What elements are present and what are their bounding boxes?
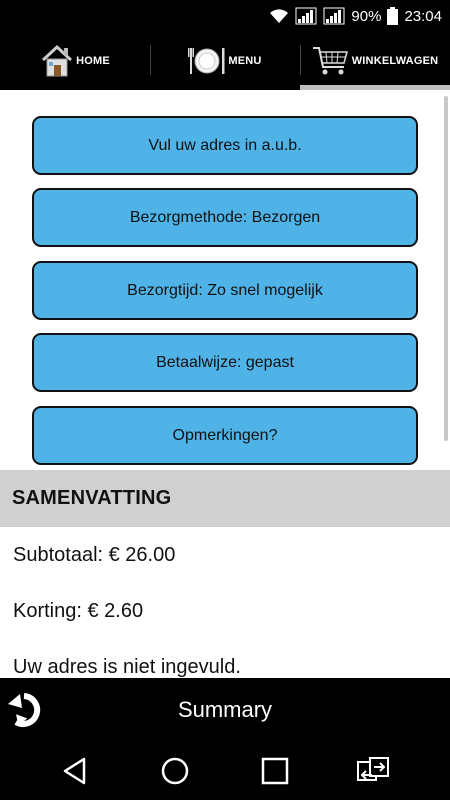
remarks-button-label: Opmerkingen? [172, 426, 278, 444]
signal-icon [295, 7, 317, 25]
address-button[interactable]: Vul uw adres in a.u.b. [32, 116, 418, 175]
remarks-button[interactable]: Opmerkingen? [32, 406, 418, 465]
tab-winkelwagen[interactable]: WINKELWAGEN [300, 32, 450, 90]
subtotal-text: Subtotaal: € 26.00 [13, 544, 176, 566]
plate-cutlery-icon [188, 44, 226, 78]
delivery-time-button-label: Bezorgtijd: Zo snel mogelijk [127, 281, 323, 299]
recents-square-icon[interactable] [258, 754, 292, 788]
system-nav-bar [0, 742, 450, 800]
delivery-method-button-label: Bezorgmethode: Bezorgen [129, 208, 321, 226]
scrollbar[interactable] [444, 96, 448, 441]
summary-header: SAMENVATTING [0, 470, 450, 527]
discount-text: Korting: € 2.60 [13, 600, 144, 622]
delivery-time-button[interactable]: Bezorgtijd: Zo snel mogelijk [32, 261, 418, 320]
switch-apps-icon[interactable] [356, 754, 390, 788]
payment-method-button-label: Betaalwijze: gepast [156, 353, 294, 371]
checkout-content[interactable]: Vul uw adres in a.u.b. Bezorgmethode: Be… [0, 90, 450, 678]
house-icon [40, 44, 74, 78]
bottom-app-bar: Summary [0, 678, 450, 742]
status-bar: 90% 23:04 [0, 0, 450, 32]
shopping-cart-icon [312, 44, 350, 78]
tab-home-label: HOME [76, 55, 110, 67]
back-arrow-icon[interactable] [6, 692, 44, 730]
address-button-label: Vul uw adres in a.u.b. [148, 136, 302, 154]
battery-icon [387, 7, 399, 25]
tab-home[interactable]: HOME [0, 32, 150, 90]
tab-menu-label: MENU [228, 55, 262, 67]
clock: 23:04 [404, 7, 442, 25]
delivery-method-button[interactable]: Bezorgmethode: Bezorgen [32, 188, 418, 247]
battery-percentage: 90% [351, 7, 382, 25]
tab-menu[interactable]: MENU [150, 32, 300, 90]
roaming-signal-icon [323, 7, 345, 25]
back-triangle-icon[interactable] [58, 754, 92, 788]
wifi-icon [269, 8, 289, 24]
app-screen: 90% 23:04 HOME MENU WINKELWAGEN Vul uw a… [0, 0, 450, 800]
address-warning-text: Uw adres is niet ingevuld. [13, 656, 241, 678]
summary-header-label: SAMENVATTING [12, 487, 172, 509]
top-nav: HOME MENU WINKELWAGEN [0, 32, 450, 90]
payment-method-button[interactable]: Betaalwijze: gepast [32, 333, 418, 392]
tab-winkelwagen-label: WINKELWAGEN [351, 55, 439, 67]
bottom-bar-title: Summary [177, 697, 273, 722]
home-circle-icon[interactable] [158, 754, 192, 788]
